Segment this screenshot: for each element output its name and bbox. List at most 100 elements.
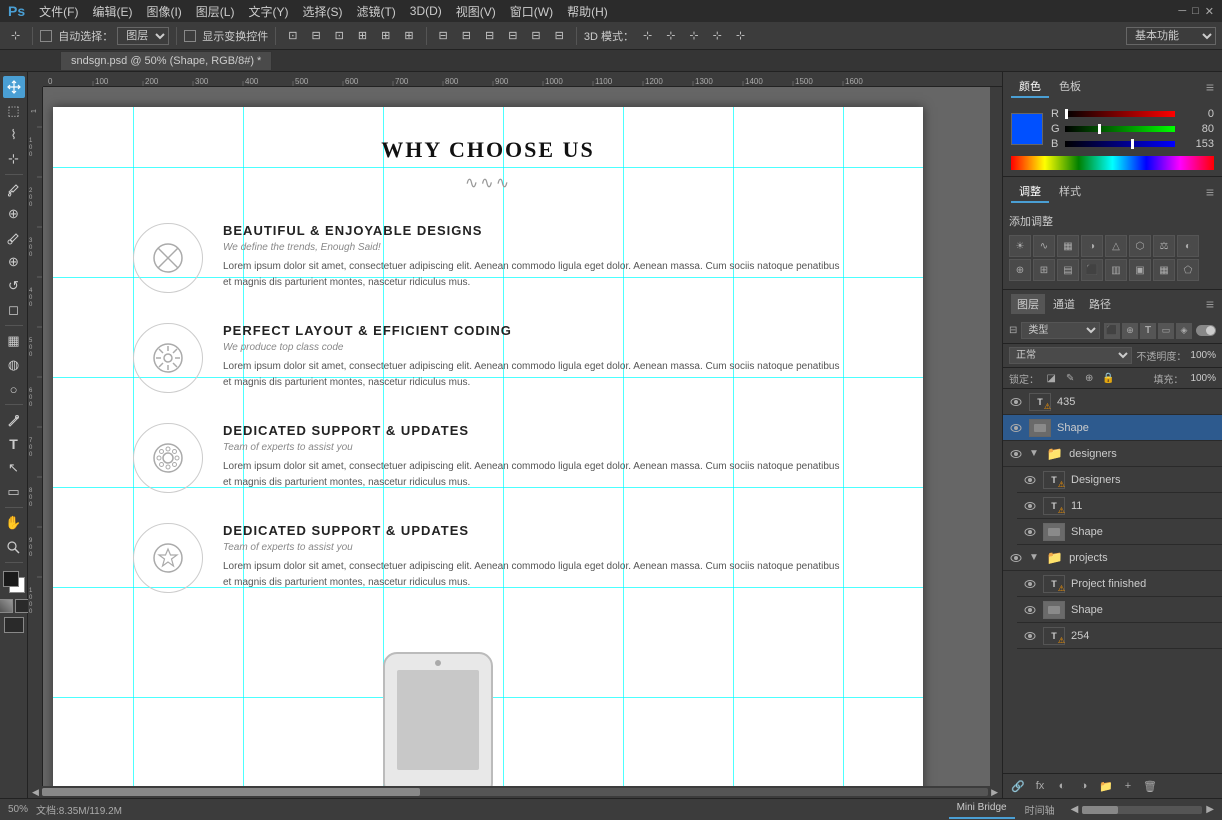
3d-btn1[interactable]: ⊹: [638, 27, 657, 44]
scroll-next-btn[interactable]: ▶: [991, 787, 998, 798]
distribute-right-btn[interactable]: ⊟: [480, 27, 499, 44]
blur-tool[interactable]: ◍: [3, 354, 25, 376]
3d-btn2[interactable]: ⊹: [661, 27, 680, 44]
layer-eye-254[interactable]: [1023, 629, 1037, 643]
lock-transparent-btn[interactable]: ◪: [1043, 370, 1059, 386]
layer-eye-designers[interactable]: [1009, 447, 1023, 461]
layer-item-shape-designers[interactable]: Shape: [1017, 519, 1222, 545]
menu-help[interactable]: 帮助(H): [561, 1, 614, 22]
menu-image[interactable]: 图像(I): [140, 1, 187, 22]
tab-mini-bridge[interactable]: Mini Bridge: [949, 800, 1015, 819]
close-btn[interactable]: ✕: [1205, 5, 1214, 18]
adj-bw-icon[interactable]: ◐: [1177, 235, 1199, 257]
gradient-tool[interactable]: ▦: [3, 330, 25, 352]
3d-btn4[interactable]: ⊹: [708, 27, 727, 44]
distribute-center-v-btn[interactable]: ⊟: [526, 27, 545, 44]
layer-group-btn[interactable]: 📁: [1097, 777, 1115, 795]
hand-tool[interactable]: ✋: [3, 512, 25, 534]
layer-adjustment-btn[interactable]: ◑: [1075, 777, 1093, 795]
clone-stamp-tool[interactable]: ⊕: [3, 251, 25, 273]
layer-link-btn[interactable]: 🔗: [1009, 777, 1027, 795]
adj-posterize-icon[interactable]: ▥: [1105, 259, 1127, 281]
group-arrow-designers[interactable]: ▼: [1029, 448, 1039, 459]
tab-swatches[interactable]: 色板: [1051, 76, 1089, 98]
auto-select-checkbox[interactable]: [40, 30, 52, 42]
layer-group-designers[interactable]: ▼ 📁 designers: [1003, 441, 1222, 467]
quick-mask-btn[interactable]: [0, 599, 13, 613]
lock-all-btn[interactable]: 🔒: [1100, 370, 1116, 386]
layer-eye-435[interactable]: [1009, 395, 1023, 409]
adj-selectivecolor-icon[interactable]: ⬠: [1177, 259, 1199, 281]
filter-adjust-btn[interactable]: ⊕: [1122, 323, 1138, 339]
scroll-prev-btn[interactable]: ◀: [32, 787, 39, 798]
layer-eye-11[interactable]: [1023, 499, 1037, 513]
workspace-dropdown[interactable]: 基本功能: [1126, 27, 1216, 45]
scroll-thumb[interactable]: [42, 788, 420, 796]
foreground-color-swatch[interactable]: [3, 571, 19, 587]
layer-item-designers-text[interactable]: T ⚠ Designers: [1017, 467, 1222, 493]
color-spectrum[interactable]: [1011, 156, 1214, 170]
adj-brightness-icon[interactable]: ☀: [1009, 235, 1031, 257]
layer-item-254[interactable]: T ⚠ 254: [1017, 623, 1222, 649]
standard-mode-btn[interactable]: [15, 599, 29, 613]
3d-btn5[interactable]: ⊹: [731, 27, 750, 44]
healing-brush-tool[interactable]: ⊕: [3, 203, 25, 225]
distribute-center-h-btn[interactable]: ⊟: [457, 27, 476, 44]
move-tool[interactable]: [3, 76, 25, 98]
filter-type-btn[interactable]: T: [1140, 323, 1156, 339]
distribute-bottom-btn[interactable]: ⊟: [550, 27, 569, 44]
adj-colorlookup-icon[interactable]: ▤: [1057, 259, 1079, 281]
lasso-tool[interactable]: ⌇: [3, 124, 25, 146]
layer-eye-project-finished[interactable]: [1023, 577, 1037, 591]
rectangular-marquee-tool[interactable]: ⬚: [3, 100, 25, 122]
distribute-left-btn[interactable]: ⊟: [434, 27, 453, 44]
layer-eye-projects[interactable]: [1009, 551, 1023, 565]
align-center-v-btn[interactable]: ⊞: [376, 27, 395, 44]
zoom-tool[interactable]: [3, 536, 25, 558]
vertical-scrollbar[interactable]: [990, 87, 1002, 786]
shape-tool[interactable]: ▭: [3, 481, 25, 503]
adj-invert-icon[interactable]: ⬛: [1081, 259, 1103, 281]
align-center-h-btn[interactable]: ⊟: [306, 27, 325, 44]
distribute-top-btn[interactable]: ⊟: [503, 27, 522, 44]
align-right-btn[interactable]: ⊡: [330, 27, 349, 44]
layer-eye-designers-text[interactable]: [1023, 473, 1037, 487]
adj-hsl-icon[interactable]: ⬡: [1129, 235, 1151, 257]
show-transform-checkbox[interactable]: [184, 30, 196, 42]
align-top-btn[interactable]: ⊞: [353, 27, 372, 44]
filter-pixel-btn[interactable]: ⬛: [1104, 323, 1120, 339]
auto-select-dropdown[interactable]: 图层: [117, 27, 169, 45]
type-filter-select[interactable]: 类型: [1021, 322, 1100, 339]
scroll-left-btn[interactable]: ◀: [1071, 804, 1079, 815]
layer-item-11[interactable]: T ⚠ 11: [1017, 493, 1222, 519]
filter-smart-btn[interactable]: ◈: [1176, 323, 1192, 339]
adj-panel-options[interactable]: ≡: [1206, 184, 1214, 200]
adj-levels-icon[interactable]: ▦: [1057, 235, 1079, 257]
tab-paths[interactable]: 路径: [1083, 294, 1117, 314]
layer-item-435[interactable]: T ⚠ 435: [1003, 389, 1222, 415]
layer-item-project-finished[interactable]: T ⚠ Project finished: [1017, 571, 1222, 597]
history-brush-tool[interactable]: ↺: [3, 275, 25, 297]
progress-bar-track[interactable]: [1082, 806, 1202, 814]
adj-photofilter-icon[interactable]: ⊕: [1009, 259, 1031, 281]
canvas-area[interactable]: WHY CHOOSE US ∿∿∿: [43, 87, 1002, 786]
filter-shape-btn[interactable]: ▭: [1158, 323, 1174, 339]
screen-mode-btn[interactable]: [4, 617, 24, 633]
layer-group-projects[interactable]: ▼ 📁 projects: [1003, 545, 1222, 571]
tab-timeline[interactable]: 时间轴: [1017, 800, 1063, 819]
layers-panel-options[interactable]: ≡: [1206, 296, 1214, 312]
tab-layers[interactable]: 图层: [1011, 294, 1045, 314]
menu-3d[interactable]: 3D(D): [404, 2, 448, 20]
minimize-btn[interactable]: ─: [1178, 5, 1186, 18]
menu-view[interactable]: 视图(V): [450, 1, 502, 22]
adj-curves-icon[interactable]: ∿: [1033, 235, 1055, 257]
layer-item-shape-projects[interactable]: Shape: [1017, 597, 1222, 623]
brush-tool[interactable]: [3, 227, 25, 249]
tab-channels[interactable]: 通道: [1047, 294, 1081, 314]
layer-eye-shape-projects[interactable]: [1023, 603, 1037, 617]
lock-paint-btn[interactable]: ✎: [1062, 370, 1078, 386]
dodge-tool[interactable]: ○: [3, 378, 25, 400]
document-tab[interactable]: sndsgn.psd @ 50% (Shape, RGB/8#) *: [60, 51, 272, 70]
eraser-tool[interactable]: ◻: [3, 299, 25, 321]
tab-color[interactable]: 颜色: [1011, 76, 1049, 98]
